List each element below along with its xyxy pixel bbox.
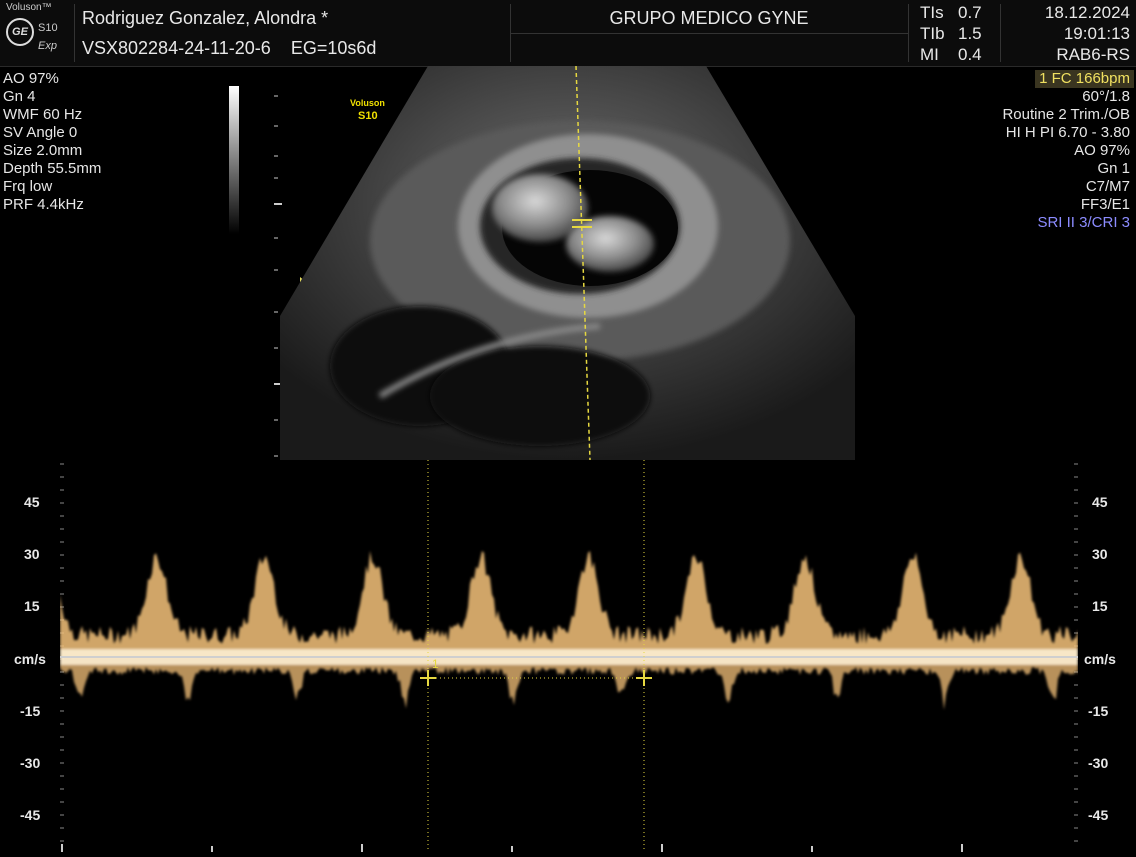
y-tick-right-neg45: -45 <box>1088 807 1109 823</box>
param-gain: Gn 4 <box>3 88 36 105</box>
grayscale-bar <box>229 86 239 234</box>
tis-value: 0.7 <box>958 3 982 22</box>
y-tick-left-15: 15 <box>24 598 40 614</box>
brand-label: Voluson™ <box>6 2 52 13</box>
param-size: Size 2.0mm <box>3 142 83 159</box>
gestational-age: EG=10s6d <box>290 38 377 58</box>
watermark-voluson: Voluson <box>350 98 385 108</box>
y-tick-right-15: 15 <box>1092 598 1108 614</box>
measurement-result: 1 FC 166bpm <box>1035 70 1134 88</box>
tis-label: TIs <box>920 3 944 22</box>
mi-value: 0.4 <box>958 45 982 64</box>
param-prf: PRF 4.4kHz <box>3 196 84 213</box>
spectrum-forward-flow <box>60 550 1078 657</box>
param-color-map: C7/M7 <box>1085 178 1130 195</box>
y-unit-left: cm/s <box>14 651 46 667</box>
y-tick-left-neg45: -45 <box>20 807 41 823</box>
institution-name: GRUPO MEDICO GYNE <box>609 8 809 28</box>
param-ao: AO 97% <box>3 70 59 87</box>
y-tick-right-30: 30 <box>1092 546 1108 562</box>
header-bar: Voluson™ GE S10 Exp Rodriguez Gonzalez, … <box>0 0 1136 67</box>
caliper-end-cross-icon[interactable] <box>636 670 652 686</box>
exam-date: 18.12.2024 <box>1044 3 1130 22</box>
patient-name: Rodriguez Gonzalez, Alondra * <box>82 8 329 28</box>
caliper-label: 1 <box>432 657 439 671</box>
param-gain-right: Gn 1 <box>1097 160 1130 177</box>
param-frequency: Frq low <box>3 178 53 195</box>
patient-id-value: VSX802284-24-11-20-6 <box>82 38 271 58</box>
y-tick-left-30: 30 <box>24 546 40 562</box>
y-tick-left-neg30: -30 <box>20 755 41 771</box>
param-frame: FF3/E1 <box>1080 196 1130 213</box>
probe-name: RAB6-RS <box>1056 45 1130 64</box>
tib-value: 1.5 <box>958 24 982 43</box>
watermark-s10: S10 <box>358 110 378 122</box>
model-label: S10 <box>38 22 58 34</box>
y-tick-right-neg15: -15 <box>1088 703 1109 719</box>
y-tick-right-neg30: -30 <box>1088 755 1109 771</box>
y-unit-right: cm/s <box>1084 651 1116 667</box>
mi-label: MI <box>920 45 939 64</box>
param-sv-angle: SV Angle 0 <box>3 124 78 141</box>
doppler-spectrum[interactable]: 1 <box>60 460 1078 852</box>
time-scale <box>61 844 963 852</box>
caliper-start-cross-icon[interactable] <box>420 670 436 686</box>
mode-label: Exp <box>38 40 57 52</box>
param-angle: 60°/1.8 <box>1082 88 1130 105</box>
y-tick-left-neg15: -15 <box>20 703 41 719</box>
ultrasound-image[interactable]: Voluson S10 <box>280 65 855 461</box>
param-sri: SRI II 3/CRI 3 <box>1037 214 1130 231</box>
exam-time: 19:01:13 <box>1063 24 1130 43</box>
param-ao-right: AO 97% <box>1074 142 1130 159</box>
y-tick-right-45: 45 <box>1092 494 1108 510</box>
ge-logo-icon: GE <box>6 18 34 46</box>
tib-label: TIb <box>920 24 945 43</box>
param-depth: Depth 55.5mm <box>3 160 102 177</box>
param-preset: Routine 2 Trim./OB <box>1002 106 1130 123</box>
patient-id: VSX802284-24-11-20-6 EG=10s6d <box>82 38 376 59</box>
param-wmf: WMF 60 Hz <box>3 106 83 123</box>
y-tick-left-45: 45 <box>24 494 40 510</box>
param-harmonic: HI H PI 6.70 - 3.80 <box>1005 124 1130 141</box>
